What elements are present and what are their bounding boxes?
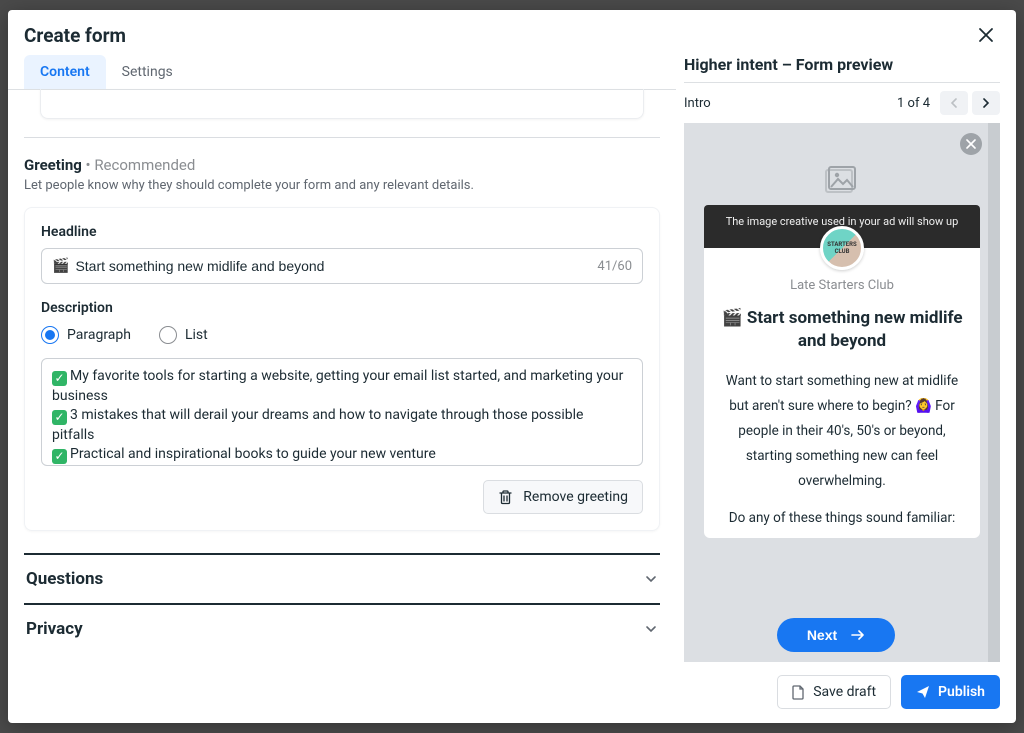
preview-pager: Intro 1 of 4 bbox=[684, 83, 1000, 123]
greeting-title-bold: Greeting bbox=[24, 156, 82, 174]
preview-title: Higher intent – Form preview bbox=[684, 55, 1000, 83]
preview-panel: Higher intent – Form preview Intro 1 of … bbox=[676, 55, 1016, 662]
radio-list[interactable]: List bbox=[159, 326, 208, 344]
modal-header: Create form bbox=[8, 10, 1016, 55]
caret-left-icon bbox=[950, 98, 958, 108]
clapper-icon: 🎬 bbox=[52, 258, 69, 274]
remove-greeting-row: Remove greeting bbox=[41, 480, 643, 514]
preview-headline: 🎬 Start something new midlife and beyond bbox=[718, 307, 966, 353]
previous-section-card bbox=[40, 89, 644, 119]
preview-scrollbar[interactable] bbox=[988, 123, 1000, 662]
close-icon bbox=[966, 139, 976, 149]
radio-icon bbox=[159, 326, 177, 344]
tab-content[interactable]: Content bbox=[24, 55, 106, 89]
accordion-questions-title: Questions bbox=[26, 569, 103, 589]
caret-right-icon bbox=[982, 98, 990, 108]
paper-plane-icon bbox=[916, 685, 930, 699]
pager-next-button[interactable] bbox=[972, 91, 1000, 115]
modal-body: Content Settings Greeting • Recommended … bbox=[8, 55, 1016, 662]
divider bbox=[24, 137, 660, 138]
headline-label: Headline bbox=[41, 224, 643, 240]
desc-line: Practical and inspirational books to gui… bbox=[70, 446, 436, 462]
close-icon bbox=[978, 27, 994, 43]
desc-line: My favorite tools for starting a website… bbox=[52, 368, 623, 404]
preview-close-button[interactable] bbox=[960, 133, 982, 155]
preview-body-2: Do any of these things sound familiar: bbox=[718, 510, 966, 526]
preview-body: Want to start something new at midlife b… bbox=[718, 369, 966, 494]
radio-icon bbox=[41, 326, 59, 344]
accordion-privacy[interactable]: Privacy bbox=[24, 603, 660, 655]
preview-frame: The image creative used in your ad will … bbox=[684, 123, 1000, 662]
chevron-down-icon bbox=[644, 572, 658, 586]
accordion-privacy-title: Privacy bbox=[26, 619, 83, 639]
greeting-subtitle: Let people know why they should complete… bbox=[24, 178, 660, 193]
greeting-title: Greeting • Recommended bbox=[24, 156, 660, 174]
greeting-card: Headline 🎬 41/60 Description Paragraph L… bbox=[24, 207, 660, 531]
radio-paragraph-label: Paragraph bbox=[67, 327, 131, 343]
tabs: Content Settings bbox=[8, 55, 676, 90]
close-button[interactable] bbox=[972, 21, 1000, 49]
publish-button[interactable]: Publish bbox=[901, 675, 1000, 709]
preview-card: Late Starters Club 🎬 Start something new… bbox=[704, 248, 980, 538]
preview-next-row: Next bbox=[684, 608, 988, 656]
create-form-modal: Create form Content Settings Greeting • … bbox=[8, 10, 1016, 723]
greeting-title-rec: • Recommended bbox=[82, 156, 196, 174]
preview-brand: Late Starters Club bbox=[718, 278, 966, 293]
accordion-questions[interactable]: Questions bbox=[24, 553, 660, 603]
check-icon: ✓ bbox=[52, 371, 67, 386]
description-text[interactable]: ✓My favorite tools for starting a websit… bbox=[52, 367, 624, 465]
image-placeholder-icon bbox=[704, 165, 980, 193]
radio-list-label: List bbox=[185, 327, 208, 343]
chevron-down-icon bbox=[644, 622, 658, 636]
check-icon: ✓ bbox=[52, 449, 67, 464]
headline-char-count: 41/60 bbox=[597, 259, 632, 274]
headline-input[interactable] bbox=[75, 258, 597, 274]
desc-line: 3 mistakes that will derail your dreams … bbox=[52, 407, 583, 443]
modal-footer: Save draft Publish bbox=[8, 662, 1016, 723]
trash-icon bbox=[498, 489, 513, 505]
remove-greeting-button[interactable]: Remove greeting bbox=[483, 480, 643, 514]
pager-prev-button[interactable] bbox=[940, 91, 968, 115]
description-label: Description bbox=[41, 300, 643, 316]
preview-pager-text: 1 of 4 bbox=[897, 96, 930, 111]
next-label: Next bbox=[807, 627, 837, 643]
preview-step-label: Intro bbox=[684, 96, 711, 111]
save-draft-label: Save draft bbox=[813, 684, 876, 700]
save-draft-button[interactable]: Save draft bbox=[777, 675, 891, 709]
modal-title: Create form bbox=[24, 24, 126, 47]
preview-next-button[interactable]: Next bbox=[777, 618, 895, 652]
radio-paragraph[interactable]: Paragraph bbox=[41, 326, 131, 344]
publish-label: Publish bbox=[938, 684, 985, 700]
tab-settings[interactable]: Settings bbox=[106, 55, 189, 89]
headline-input-wrap[interactable]: 🎬 41/60 bbox=[41, 248, 643, 284]
arrow-right-icon bbox=[851, 629, 865, 641]
ad-creative-banner: The image creative used in your ad will … bbox=[704, 205, 980, 248]
description-textarea[interactable]: ✓My favorite tools for starting a websit… bbox=[41, 358, 643, 466]
remove-greeting-label: Remove greeting bbox=[523, 489, 628, 505]
description-format-radios: Paragraph List bbox=[41, 326, 643, 344]
avatar: STARTERSCLUB bbox=[820, 226, 864, 270]
file-icon bbox=[792, 685, 805, 700]
check-icon: ✓ bbox=[52, 410, 67, 425]
left-panel: Content Settings Greeting • Recommended … bbox=[8, 55, 676, 662]
